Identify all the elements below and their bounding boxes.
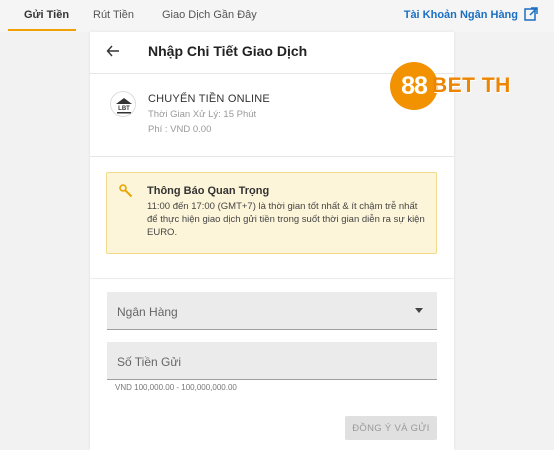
important-notice: Thông Báo Quan Trọng 11:00 đến 17:00 (GM… bbox=[106, 172, 437, 254]
external-link-icon[interactable] bbox=[524, 7, 538, 21]
lbt-logo: LBT bbox=[110, 91, 136, 117]
brand-text: BET TH bbox=[432, 74, 511, 97]
brand-badge: 88 bbox=[390, 62, 438, 110]
tab-deposit[interactable]: Gửi Tiền bbox=[24, 9, 69, 21]
deposit-amount-input[interactable]: Số Tiền Gửi bbox=[107, 342, 437, 380]
page-title: Nhập Chi Tiết Giao Dịch bbox=[148, 43, 308, 59]
brand-watermark: 88 BET TH bbox=[390, 62, 525, 112]
brand-number: 88 bbox=[401, 71, 428, 100]
agree-and-submit-button[interactable]: ĐỒNG Ý VÀ GỬI bbox=[345, 416, 437, 440]
tab-withdraw[interactable]: Rút Tiền bbox=[93, 9, 134, 21]
deposit-amount-label: Số Tiền Gửi bbox=[117, 355, 182, 369]
method-name: CHUYỂN TIỀN ONLINE bbox=[148, 93, 270, 105]
bank-account-link[interactable]: Tài Khoản Ngân Hàng bbox=[404, 9, 518, 21]
bank-select[interactable]: Ngân Hàng bbox=[107, 292, 437, 330]
bank-building-icon: LBT bbox=[116, 98, 132, 114]
dropdown-caret-icon bbox=[415, 308, 423, 313]
bank-select-label: Ngân Hàng bbox=[117, 305, 178, 319]
top-tab-bar: Gửi Tiền Rút Tiền Giao Dịch Gần Đây Tài … bbox=[0, 0, 554, 32]
fee-text: Phí : VND 0.00 bbox=[148, 124, 212, 135]
processing-time: Thời Gian Xử Lý: 15 Phút bbox=[148, 109, 257, 120]
amount-range-hint: VND 100,000.00 - 100,000,000.00 bbox=[115, 383, 237, 392]
tab-recent-transactions[interactable]: Giao Dịch Gần Đây bbox=[162, 9, 257, 21]
notice-text: 11:00 đến 17:00 (GMT+7) là thời gian tốt… bbox=[147, 201, 425, 238]
back-arrow-icon[interactable] bbox=[106, 44, 120, 58]
notice-title: Thông Báo Quan Trọng bbox=[147, 185, 270, 197]
active-tab-indicator bbox=[8, 29, 76, 31]
lbt-logo-text: LBT bbox=[118, 106, 130, 112]
wrench-icon bbox=[119, 184, 133, 198]
section-divider bbox=[90, 278, 454, 279]
